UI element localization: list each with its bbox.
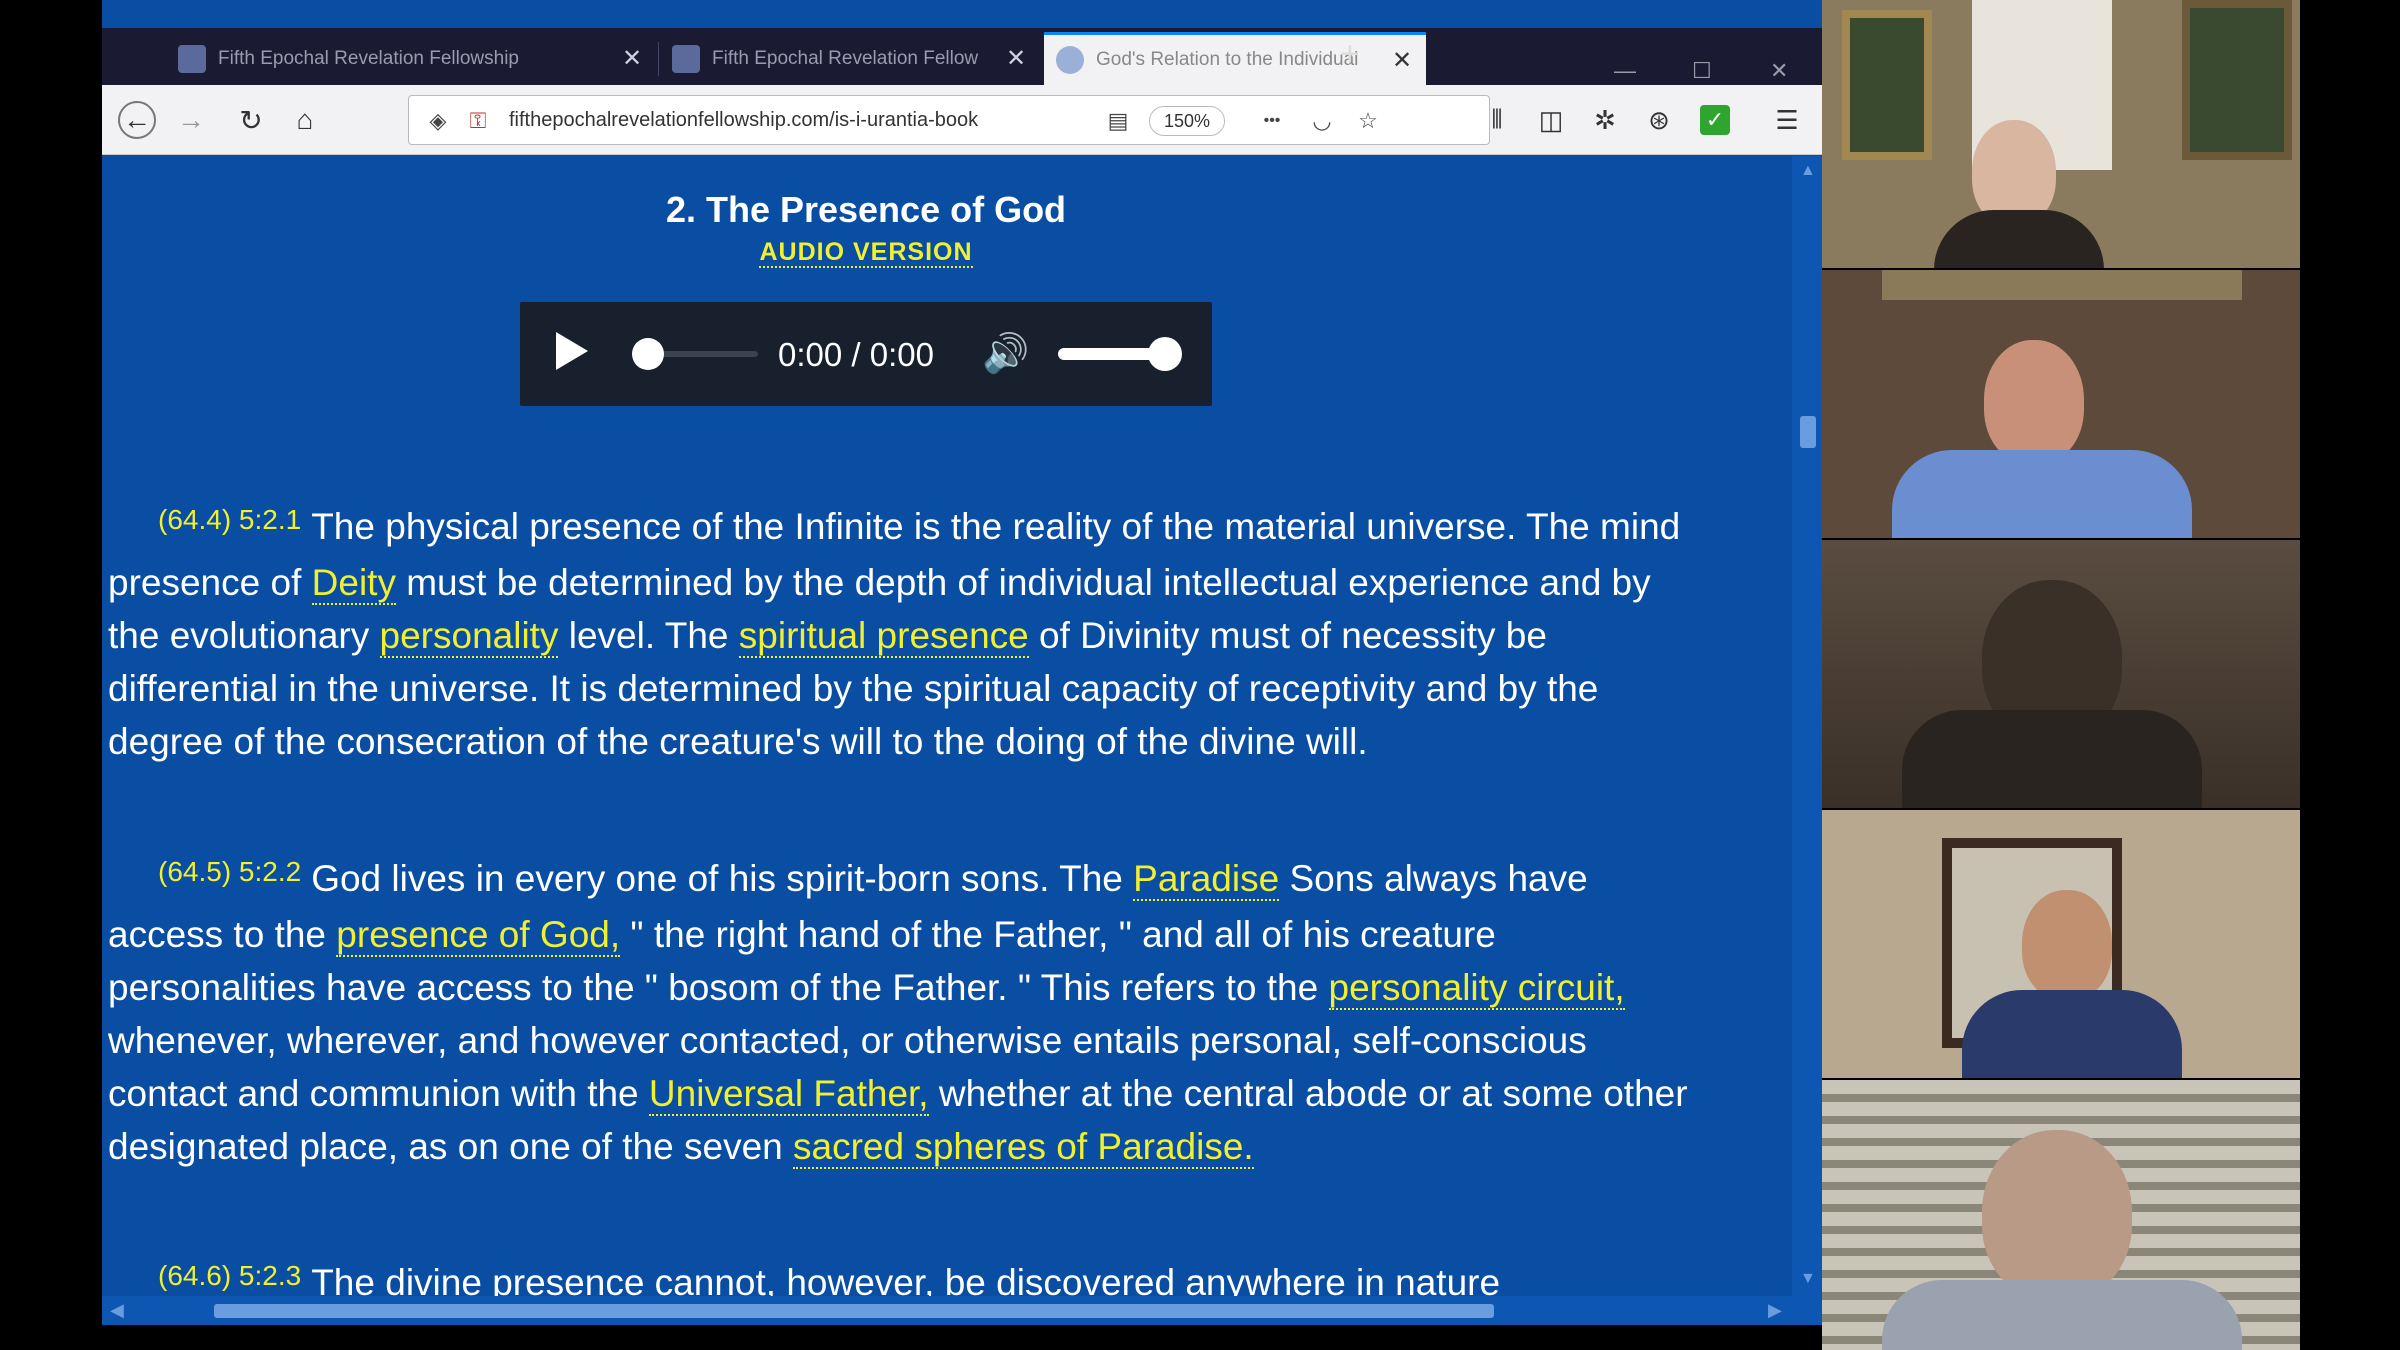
participant-body (1902, 710, 2202, 808)
time-display: 0:00 / 0:00 (778, 336, 934, 373)
participant-body (1962, 990, 2182, 1078)
tab-title: Fifth Epochal Revelation Fellow (712, 47, 979, 69)
page-content: 2. The Presence of God AUDIO VERSION 0:0… (102, 156, 1792, 1296)
scroll-up-arrow-icon[interactable]: ▲ (1800, 162, 1816, 180)
glossary-link[interactable]: Deity (311, 562, 396, 605)
address-bar[interactable]: ◈ ⚿ fifthepochalrevelationfellowship.com… (408, 95, 1490, 145)
page-actions-icon[interactable]: ••• (1257, 106, 1287, 136)
video-tile-participant-5[interactable] (1822, 1080, 2300, 1350)
participant-face (1982, 1130, 2132, 1300)
sidebar-icon[interactable]: ◫ (1532, 101, 1570, 139)
paragraph-text: level. The (558, 615, 739, 656)
paragraph-text: God lives in every one of his spirit-bor… (311, 858, 1134, 899)
participant-body (1882, 1280, 2242, 1350)
extension-mask-icon[interactable]: ⊛ (1640, 101, 1678, 139)
browser-window: Fifth Epochal Revelation Fellowship ✕ Fi… (102, 0, 1822, 1325)
paragraph-reference: (64.5) 5:2.2 (158, 856, 302, 887)
glossary-link[interactable]: Universal Father, (648, 1073, 929, 1116)
extension-icon[interactable]: ✲ (1586, 101, 1624, 139)
paragraph-reference: (64.6) 5:2.3 (158, 1260, 302, 1291)
picture-frame (1882, 270, 2242, 300)
participant-face (2022, 890, 2112, 1000)
tab-favicon-icon (672, 44, 700, 73)
tab-separator (658, 42, 659, 76)
video-tile-participant-2[interactable] (1822, 270, 2300, 538)
tab-close-icon[interactable]: ✕ (1390, 46, 1414, 75)
new-tab-button[interactable]: + (1340, 28, 1360, 81)
tab-close-icon[interactable]: ✕ (620, 44, 644, 73)
tab-favicon-icon (178, 44, 206, 73)
menu-icon[interactable]: ☰ (1768, 101, 1806, 139)
scroll-right-arrow-icon[interactable]: ▶ (1768, 1300, 1782, 1321)
extension-check-icon[interactable]: ✓ (1700, 105, 1730, 135)
audio-version-link[interactable]: AUDIO VERSION (759, 238, 973, 268)
back-arrow-icon[interactable]: ← (118, 101, 156, 139)
paragraph-64-5: (64.5) 5:2.2 God lives in every one of hi… (108, 852, 1708, 1173)
paragraph-text: The divine presence cannot, however, be … (311, 1262, 1501, 1296)
zoom-level-badge[interactable]: 150% (1149, 106, 1225, 136)
reload-icon[interactable]: ↻ (232, 101, 270, 139)
section-title: 2. The Presence of God (665, 189, 1067, 230)
wall-picture (1842, 10, 1932, 160)
audio-player: 0:00 / 0:00 🔊 (520, 302, 1212, 406)
maximize-icon[interactable]: ☐ (1692, 58, 1712, 84)
tab-fifth-epochal-2[interactable]: Fifth Epochal Revelation Fellow ✕ (660, 32, 1040, 85)
participant-body (1934, 210, 2104, 268)
wall-picture (2182, 0, 2292, 160)
tracking-shield-icon[interactable]: ◈ (423, 106, 453, 136)
horizontal-scrollbar[interactable]: ◀ ▶ (102, 1296, 1822, 1325)
vertical-scrollbar[interactable]: ▲ ▼ (1792, 156, 1822, 1296)
video-call-panel (1822, 0, 2300, 1350)
tab-favicon-icon (1056, 46, 1084, 74)
forward-arrow-icon[interactable]: → (172, 101, 210, 139)
paragraph-reference: (64.4) 5:2.1 (158, 504, 302, 535)
participant-face (1984, 340, 2084, 464)
tab-fifth-epochal-1[interactable]: Fifth Epochal Revelation Fellowship ✕ (166, 32, 656, 85)
glossary-link[interactable]: personality circuit, (1328, 967, 1625, 1010)
video-tile-participant-4[interactable] (1822, 810, 2300, 1078)
volume-icon[interactable]: 🔊 (982, 332, 1029, 376)
pocket-icon[interactable]: ◡ (1307, 106, 1337, 136)
glossary-link[interactable]: personality (379, 615, 559, 658)
tab-gods-relation[interactable]: God's Relation to the Individual ✕ (1044, 32, 1426, 85)
reader-view-icon[interactable]: ▤ (1103, 106, 1133, 136)
tab-close-icon[interactable]: ✕ (1004, 44, 1028, 73)
video-tile-participant-3[interactable] (1822, 540, 2300, 808)
window-close-icon[interactable]: ✕ (1770, 58, 1788, 84)
play-icon[interactable] (556, 332, 588, 370)
seek-bar[interactable] (648, 351, 758, 357)
tab-title: Fifth Epochal Revelation Fellowship (218, 47, 519, 69)
home-icon[interactable]: ⌂ (286, 101, 324, 139)
scroll-down-arrow-icon[interactable]: ▼ (1800, 1270, 1816, 1288)
volume-handle[interactable] (1148, 337, 1182, 371)
paragraph-64-6: (64.6) 5:2.3 The divine presence cannot, … (108, 1256, 1708, 1296)
horizontal-scroll-thumb[interactable] (214, 1304, 1494, 1318)
glossary-link[interactable]: Paradise (1133, 858, 1280, 901)
scroll-left-arrow-icon[interactable]: ◀ (110, 1300, 124, 1321)
glossary-link[interactable]: presence of God, (336, 914, 621, 957)
glossary-link[interactable]: sacred spheres of Paradise. (793, 1126, 1254, 1169)
bookmark-star-icon[interactable]: ☆ (1353, 106, 1383, 136)
minimize-icon[interactable]: — (1614, 58, 1636, 84)
participant-body (1892, 450, 2192, 538)
audio-version-link-wrap: AUDIO VERSION (102, 238, 1630, 268)
tab-bar: Fifth Epochal Revelation Fellowship ✕ Fi… (102, 28, 1822, 85)
glossary-link[interactable]: spiritual presence (738, 615, 1029, 658)
video-tile-participant-1[interactable] (1822, 0, 2300, 268)
library-icon[interactable]: ⫴ (1478, 101, 1516, 139)
vertical-scroll-thumb[interactable] (1800, 416, 1816, 448)
paragraph-64-4: (64.4) 5:2.1 The physical presence of the… (108, 500, 1708, 768)
url-text[interactable]: fifthepochalrevelationfellowship.com/is-… (509, 109, 1129, 132)
navigation-toolbar: ← → ↻ ⌂ ◈ ⚿ fifthepochalrevelationfellow… (102, 85, 1822, 155)
seek-handle[interactable] (632, 338, 664, 370)
insecure-lock-icon[interactable]: ⚿ (463, 106, 493, 136)
